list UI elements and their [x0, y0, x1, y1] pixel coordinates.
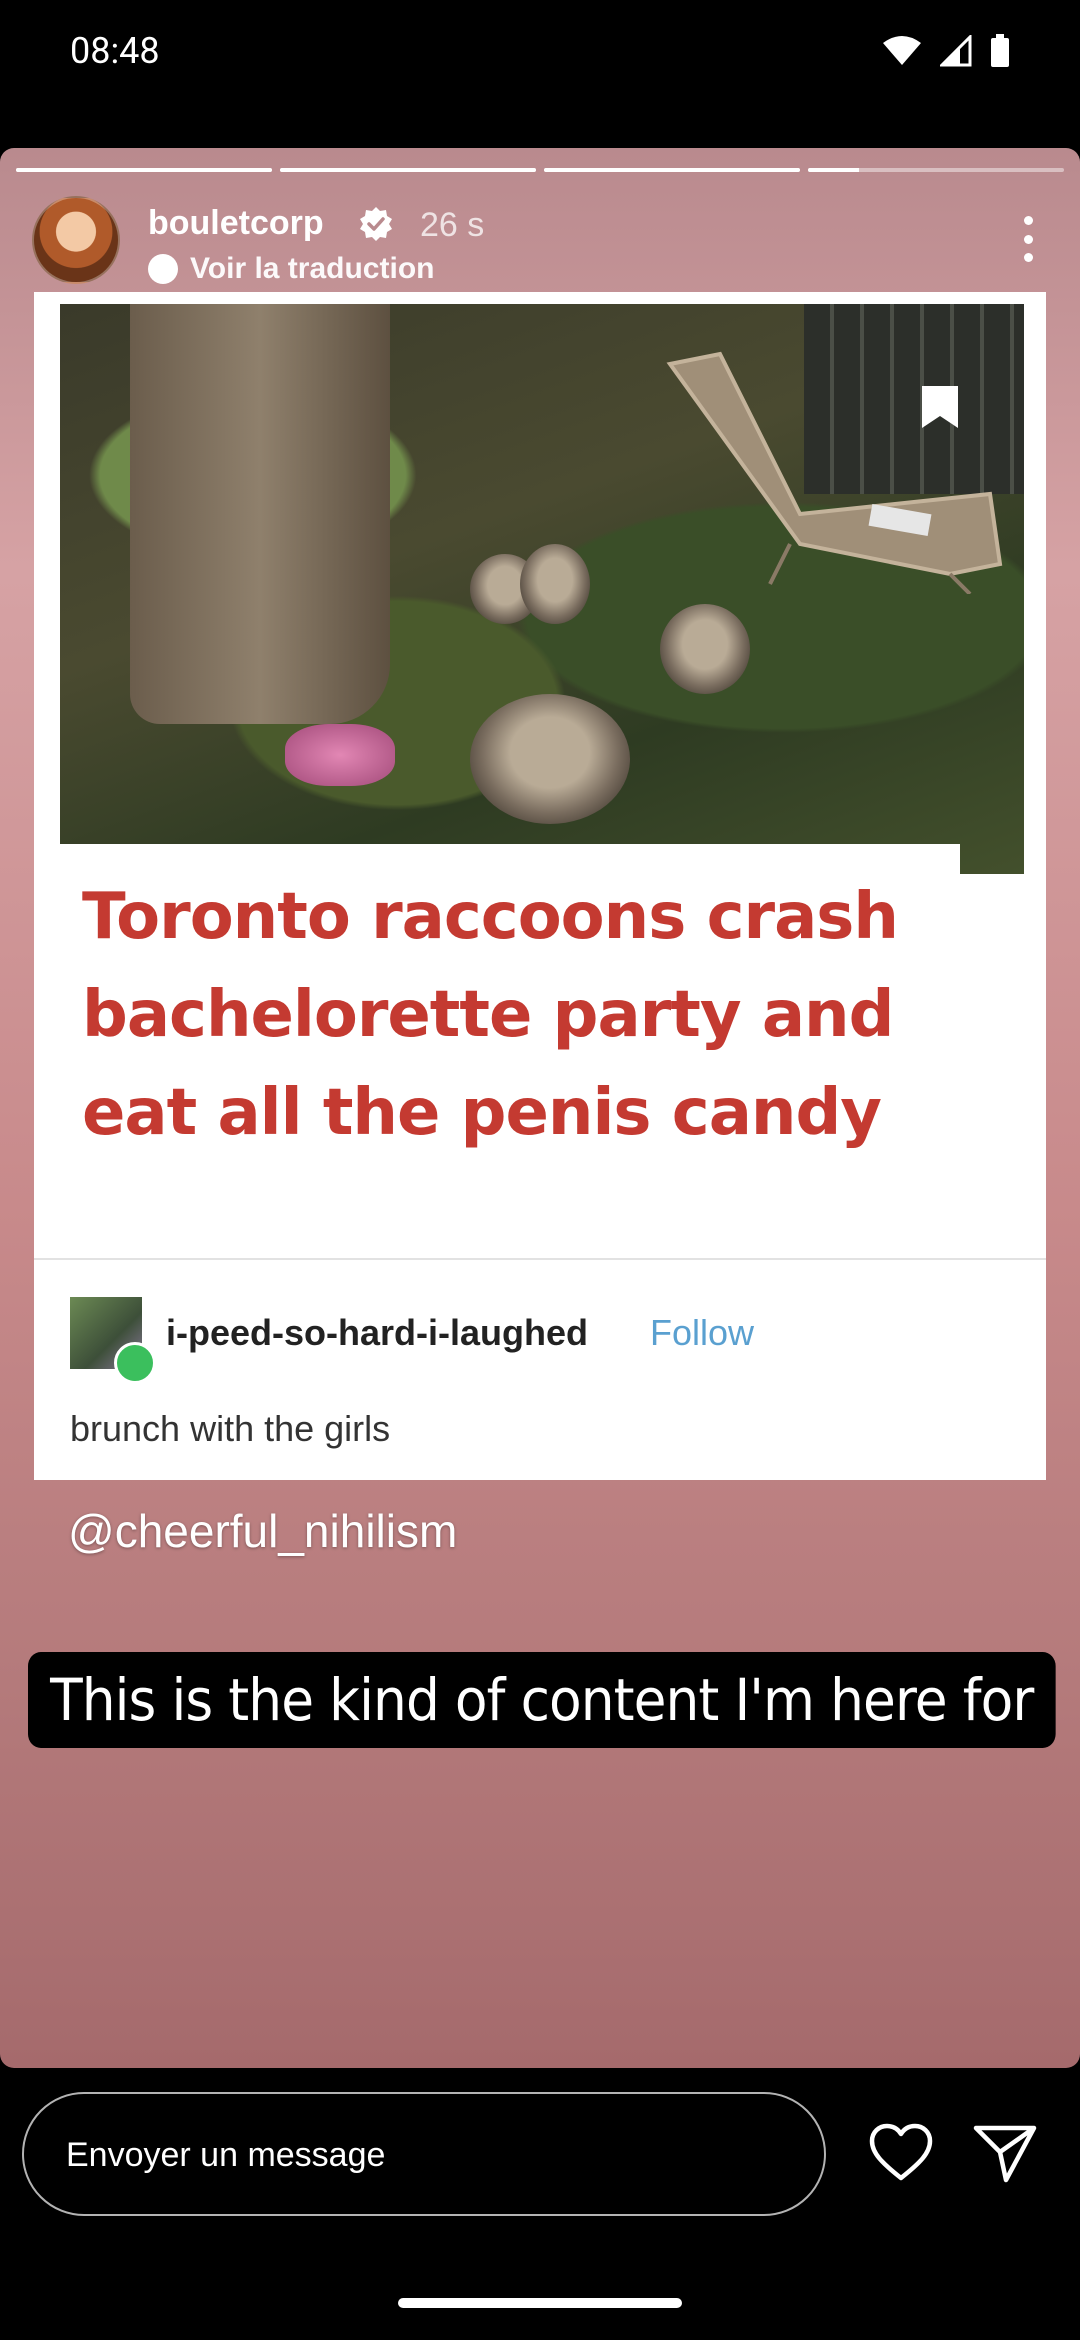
follow-link: Follow — [650, 1312, 755, 1353]
mention-sticker[interactable]: @cheerful_nihilism — [68, 1504, 457, 1558]
wifi-icon — [883, 36, 921, 65]
headline-line: eat all the penis candy — [82, 1076, 882, 1150]
signal-icon — [940, 35, 972, 67]
post-caption: brunch with the girls — [70, 1408, 391, 1449]
verified-badge-icon — [360, 207, 392, 241]
translate-label: Voir la traduction — [190, 252, 435, 285]
story-viewer[interactable]: bouletcorp 26 s Voir la traduction Toron… — [0, 148, 1080, 2068]
story-text-overlay: This is the kind of content I'm here for — [28, 1652, 1056, 1748]
reblog-icon — [114, 1342, 156, 1384]
status-bar: 08:48 — [0, 0, 1080, 110]
progress-segment — [544, 168, 800, 172]
story-time-ago: 26 s — [420, 206, 485, 244]
raccoon-photo — [60, 304, 1024, 874]
story-progress — [16, 168, 1064, 172]
message-bar[interactable] — [22, 2092, 826, 2216]
home-indicator[interactable] — [398, 2298, 682, 2308]
status-icons — [882, 34, 1010, 68]
headline-line: bachelorette party and — [82, 978, 894, 1052]
battery-icon — [991, 34, 1009, 67]
heart-icon[interactable] — [868, 2120, 934, 2186]
more-vertical-icon[interactable] — [1022, 216, 1034, 262]
divider — [34, 1258, 1046, 1260]
story-header: bouletcorp 26 s Voir la traduction — [32, 196, 1048, 286]
translate-icon — [148, 254, 178, 284]
message-input[interactable] — [64, 2094, 768, 2216]
send-icon[interactable] — [972, 2120, 1038, 2186]
avatar[interactable] — [32, 196, 120, 284]
username[interactable]: bouletcorp — [148, 204, 324, 243]
article-headline: Toronto raccoons crash bachelorette part… — [82, 868, 982, 1162]
translate-link[interactable]: Voir la traduction — [148, 252, 434, 286]
progress-segment — [808, 168, 1064, 172]
headline-line: Toronto raccoons crash — [82, 880, 899, 954]
tumblr-username: i-peed-so-hard-i-laughed — [166, 1312, 588, 1353]
bookmark-icon — [922, 386, 958, 428]
progress-segment — [280, 168, 536, 172]
status-time: 08:48 — [70, 30, 160, 72]
progress-segment — [16, 168, 272, 172]
shared-post-card[interactable]: Toronto raccoons crash bachelorette part… — [34, 292, 1046, 1480]
